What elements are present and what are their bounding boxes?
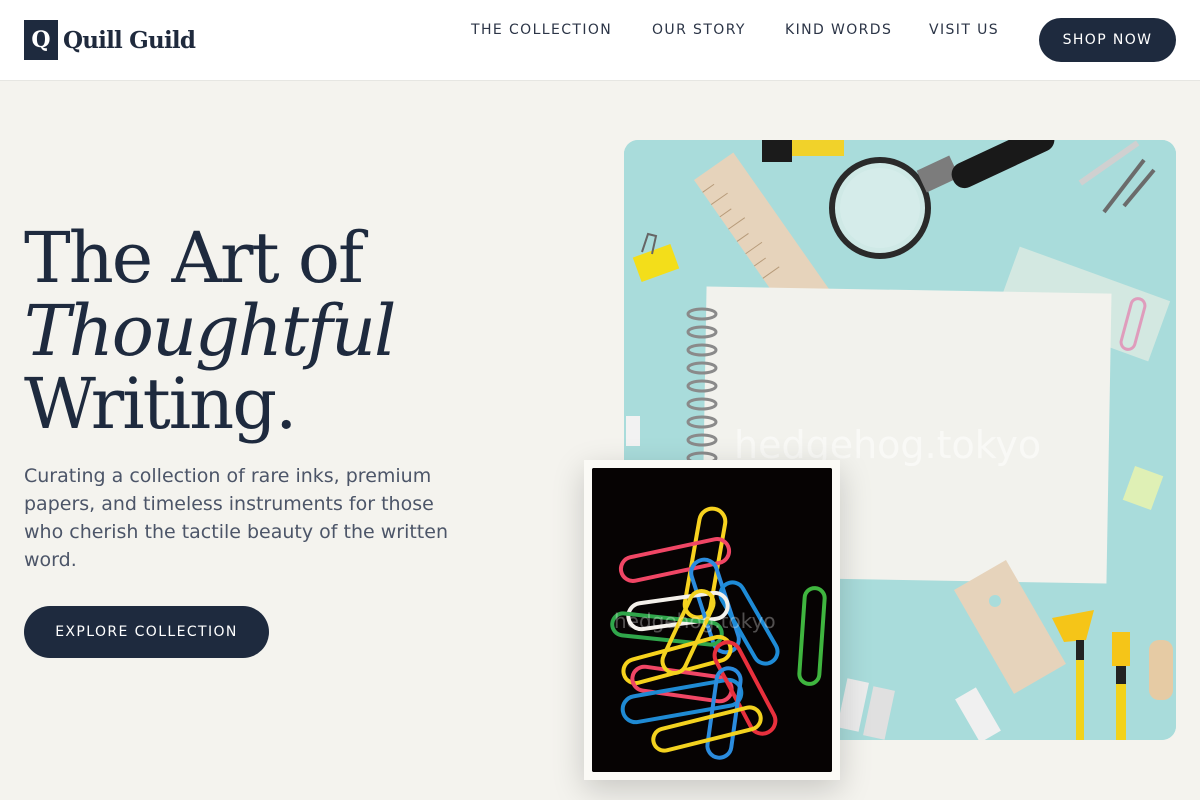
nav-link-kind-words[interactable]: KIND WORDS	[785, 22, 892, 38]
explore-collection-button[interactable]: EXPLORE COLLECTION	[24, 606, 269, 658]
hero-title: The Art of Thoughtful Writing.	[24, 217, 396, 445]
hero-title-line-1: The Art of	[24, 217, 364, 299]
hero-title-line-2: Thoughtful	[24, 290, 396, 372]
brand-logo-link[interactable]: Q Quill Guild	[24, 20, 196, 60]
brand-name: Quill Guild	[63, 26, 196, 54]
nav-link-collection[interactable]: THE COLLECTION	[471, 22, 612, 38]
hero-title-line-3: Writing.	[24, 363, 297, 445]
site-header: Q Quill Guild THE COLLECTION OUR STORY K…	[0, 0, 1200, 81]
paperclips-image: hedgehog.tokyo	[592, 468, 832, 772]
paperclips-illustration: hedgehog.tokyo	[592, 468, 832, 772]
brand-logo-mark: Q	[24, 20, 58, 60]
hero-description: Curating a collection of rare inks, prem…	[24, 465, 448, 571]
nav-link-our-story[interactable]: OUR STORY	[652, 22, 746, 38]
nav-link-visit-us[interactable]: VISIT US	[929, 22, 999, 38]
inset-image-card: hedgehog.tokyo	[584, 460, 840, 780]
shop-now-button[interactable]: SHOP NOW	[1039, 18, 1176, 62]
inset-photo-watermark: hedgehog.tokyo	[614, 609, 776, 633]
